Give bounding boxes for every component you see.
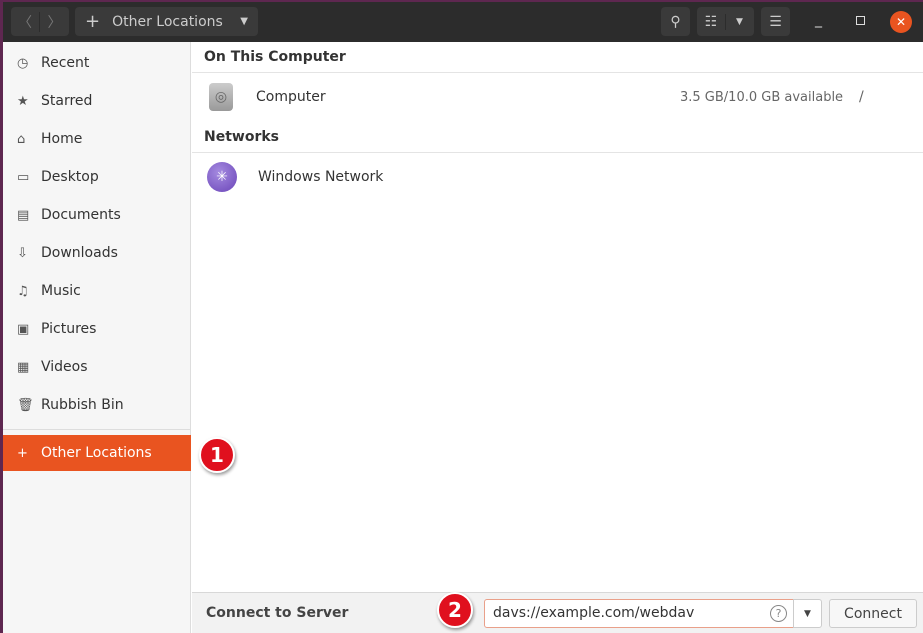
home-icon: ⌂ [17, 131, 26, 147]
drive-icon: ◎ [209, 83, 233, 111]
sidebar-item-label: Music [41, 283, 81, 299]
sidebar-item-music[interactable]: ♫ Music [3, 273, 191, 309]
desktop-icon: ▭ [17, 169, 30, 185]
sidebar-item-pictures[interactable]: ▣ Pictures [3, 311, 191, 347]
connect-label: Connect [844, 605, 902, 622]
divider [192, 72, 923, 73]
connect-to-server-bar: Connect to Server davs://example.com/web… [192, 592, 923, 633]
view-options: ☷ ▼ [697, 7, 754, 36]
header-bar: 〈 〉 + Other Locations ▼ ⚲ ☷ ▼ ☰ _ ✕ [3, 2, 923, 42]
clock-icon: ◷ [17, 55, 29, 71]
sidebar: ◷ Recent ★ Starred ⌂ Home ▭ Desktop ▤ Documen… [3, 42, 191, 633]
search-icon: ⚲ [670, 13, 681, 30]
location-name: Windows Network [258, 169, 384, 185]
hamburger-icon: ☰ [769, 13, 782, 30]
minimize-button[interactable]: _ [815, 12, 822, 28]
annotation-badge-1: 1 [199, 437, 235, 473]
sidebar-item-label: Recent [41, 55, 90, 71]
location-name: Computer [256, 89, 326, 105]
sidebar-item-label: Downloads [41, 245, 118, 261]
section-header-on-this-computer: On This Computer [204, 49, 346, 65]
location-label: Other Locations [112, 13, 223, 30]
sidebar-item-documents[interactable]: ▤ Documents [3, 197, 191, 233]
server-address-input[interactable]: davs://example.com/webdav ? [484, 599, 794, 628]
list-view-button[interactable]: ☷ [698, 13, 726, 30]
locations-view: On This Computer ◎ Computer 3.5 GB/10.0 … [192, 42, 923, 592]
sidebar-item-label: Pictures [41, 321, 97, 337]
annotation-number: 2 [448, 598, 462, 622]
section-header-networks: Networks [204, 129, 280, 145]
sidebar-item-videos[interactable]: ▦ Videos [3, 349, 191, 385]
sidebar-item-label: Desktop [41, 169, 99, 185]
sidebar-item-recent[interactable]: ◷ Recent [3, 45, 191, 81]
mount-point: / [859, 89, 864, 105]
chevron-down-icon: ▼ [240, 16, 248, 27]
location-row-computer[interactable]: ◎ Computer 3.5 GB/10.0 GB available / [192, 77, 923, 117]
view-dropdown-button[interactable]: ▼ [726, 17, 754, 27]
search-button[interactable]: ⚲ [661, 7, 690, 36]
connect-button[interactable]: Connect [829, 599, 917, 628]
sidebar-item-label: Other Locations [41, 445, 152, 461]
trash-icon: 🗑 [17, 397, 34, 413]
location-button[interactable]: + Other Locations ▼ [75, 7, 258, 36]
annotation-badge-2: 2 [437, 592, 473, 628]
sidebar-item-label: Documents [41, 207, 121, 223]
help-icon[interactable]: ? [770, 605, 787, 622]
sidebar-item-label: Rubbish Bin [41, 397, 124, 413]
sidebar-item-rubbish-bin[interactable]: 🗑 Rubbish Bin [3, 387, 191, 423]
sidebar-item-label: Videos [41, 359, 88, 375]
sidebar-item-label: Home [41, 131, 83, 147]
sidebar-item-starred[interactable]: ★ Starred [3, 83, 191, 119]
music-icon: ♫ [17, 283, 29, 299]
server-address-value: davs://example.com/webdav [493, 605, 695, 621]
network-icon: ✳ [207, 162, 237, 192]
video-icon: ▦ [17, 359, 30, 375]
back-button[interactable]: 〈 [11, 11, 40, 32]
available-space: 3.5 GB/10.0 GB available [680, 89, 844, 105]
star-icon: ★ [17, 93, 29, 109]
sidebar-item-downloads[interactable]: ⇩ Downloads [3, 235, 191, 271]
file-manager-window: 〈 〉 + Other Locations ▼ ⚲ ☷ ▼ ☰ _ ✕ ◷ Rec… [3, 2, 923, 633]
divider [192, 152, 923, 153]
maximize-button[interactable] [856, 16, 865, 25]
sidebar-item-desktop[interactable]: ▭ Desktop [3, 159, 191, 195]
download-icon: ⇩ [17, 245, 28, 261]
annotation-number: 1 [210, 443, 224, 467]
plus-icon: + [17, 445, 28, 461]
location-row-windows-network[interactable]: ✳ Windows Network [192, 157, 923, 197]
close-button[interactable]: ✕ [890, 11, 912, 33]
sidebar-divider [3, 429, 190, 430]
picture-icon: ▣ [17, 321, 30, 337]
sidebar-item-label: Starred [41, 93, 93, 109]
connect-to-server-label: Connect to Server [206, 605, 349, 621]
document-icon: ▤ [17, 207, 30, 223]
sidebar-item-other-locations[interactable]: + Other Locations [3, 435, 191, 471]
plus-icon: + [85, 11, 101, 32]
recent-servers-dropdown[interactable]: ▼ [793, 599, 822, 628]
sidebar-item-home[interactable]: ⌂ Home [3, 121, 191, 157]
history-nav: 〈 〉 [11, 7, 69, 36]
forward-button[interactable]: 〉 [40, 12, 69, 32]
menu-button[interactable]: ☰ [761, 7, 790, 36]
